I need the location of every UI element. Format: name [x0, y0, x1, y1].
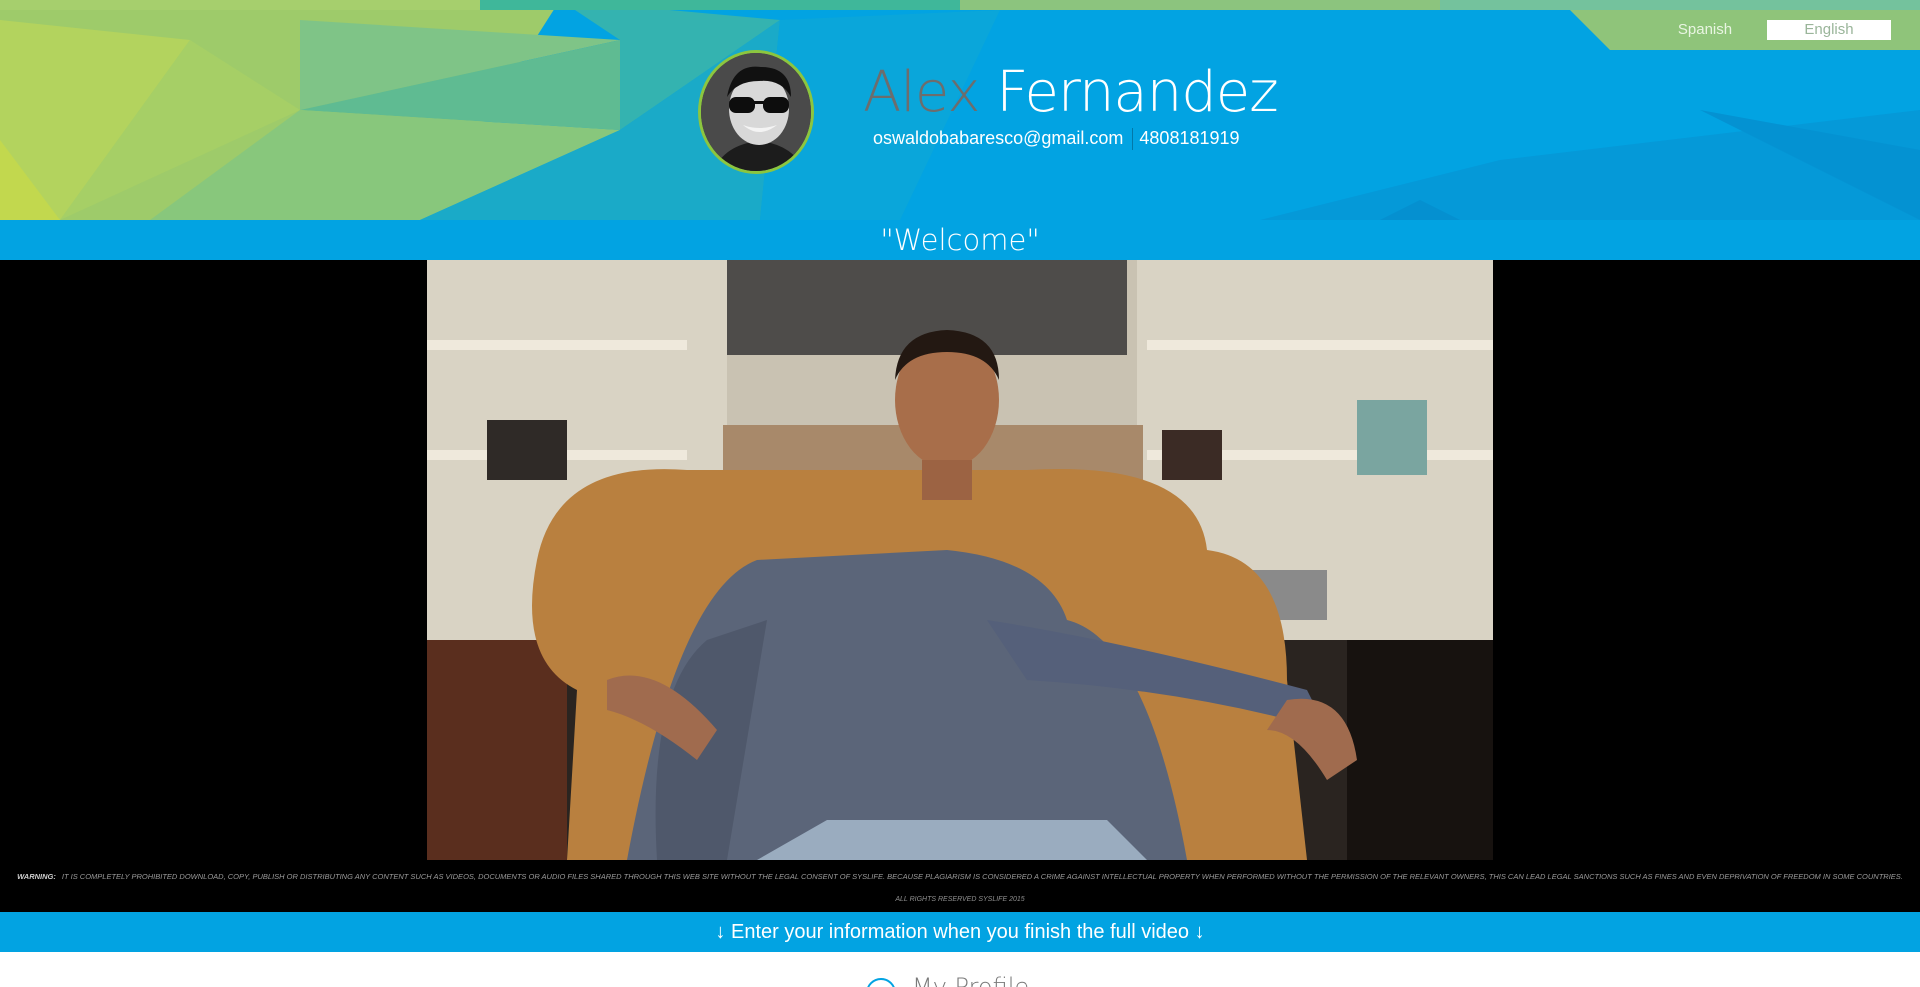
my-profile-label: My Profile: [912, 973, 1030, 987]
welcome-title: "Welcome": [880, 223, 1040, 257]
contact-info: oswaldobabaresco@gmail.com 4808181919: [873, 126, 1240, 151]
contact-divider: [1132, 128, 1134, 151]
first-name: Alex: [863, 60, 980, 125]
enter-info-banner: ↓ Enter your information when you finish…: [0, 912, 1920, 952]
video-still: [427, 260, 1493, 860]
email-text: oswaldobabaresco@gmail.com: [873, 128, 1124, 148]
warning-label: WARNING:: [17, 872, 56, 881]
language-spanish-button[interactable]: Spanish: [1670, 20, 1740, 40]
phone-text: 4808181919: [1139, 128, 1240, 148]
top-stripe-3: [960, 0, 1440, 10]
welcome-video[interactable]: [427, 260, 1493, 860]
top-stripe-4: [1440, 0, 1920, 10]
avatar: [698, 50, 814, 174]
top-stripe-2: [480, 0, 960, 10]
warning-notice: WARNING: IT IS COMPLETELY PROHIBITED DOWN…: [14, 872, 1906, 881]
language-english-button[interactable]: English: [1767, 20, 1891, 40]
user-circle-icon: [866, 978, 896, 987]
last-name: Fernandez: [996, 60, 1278, 125]
warning-text: IT IS COMPLETELY PROHIBITED DOWNLOAD, CO…: [61, 872, 1903, 881]
profile-name: Alex Fernandez: [863, 58, 1279, 128]
rights-notice: ALL RIGHTS RESERVED SYSLIFE 2015: [895, 896, 1025, 903]
top-stripe-1: [0, 0, 480, 10]
